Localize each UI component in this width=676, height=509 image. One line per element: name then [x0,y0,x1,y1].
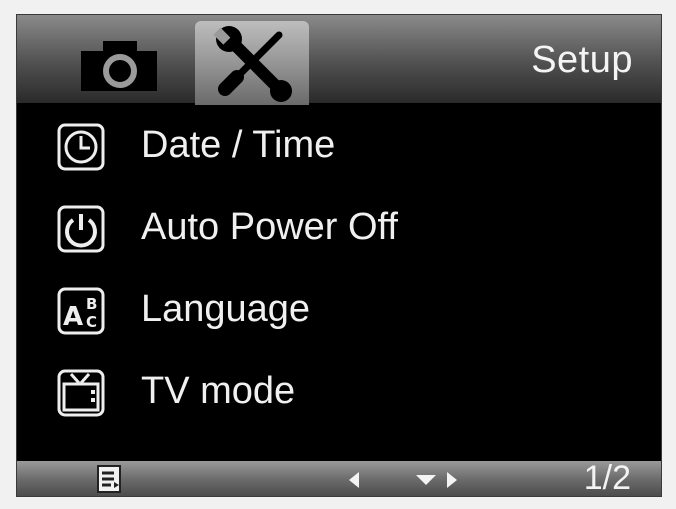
tab-setup[interactable] [195,21,309,105]
menu-item-label: Date / Time [141,124,336,166]
menu-item-date-time[interactable]: Date / Time [57,115,617,179]
tab-camera[interactable] [73,23,165,105]
menu-list-icon[interactable] [97,465,121,493]
page-indicator: 1/2 [583,459,631,497]
page-title: Setup [531,39,633,81]
header-bar: Setup [17,15,661,105]
tv-icon [57,369,105,417]
camera-screen: Setup Date / Time Auto Power Off A B C L… [16,14,662,497]
menu-item-label: Auto Power Off [141,206,398,248]
svg-text:C: C [86,313,97,331]
svg-text:B: B [86,295,97,313]
menu-item-label: TV mode [141,370,296,412]
down-arrow-icon[interactable] [415,473,437,487]
camera-icon [81,41,157,91]
menu-item-auto-power-off[interactable]: Auto Power Off [57,197,617,261]
menu-item-tv-mode[interactable]: TV mode [57,361,617,425]
right-arrow-icon[interactable] [445,471,459,489]
language-abc-icon: A B C [57,287,105,335]
power-icon [57,205,105,253]
menu-item-language[interactable]: A B C Language [57,279,617,343]
menu-item-label: Language [141,288,311,330]
svg-text:A: A [63,302,83,332]
left-arrow-icon[interactable] [347,471,361,489]
clock-icon [57,123,105,171]
footer-bar: 1/2 [17,459,661,497]
wrench-screwdriver-icon [213,26,292,102]
